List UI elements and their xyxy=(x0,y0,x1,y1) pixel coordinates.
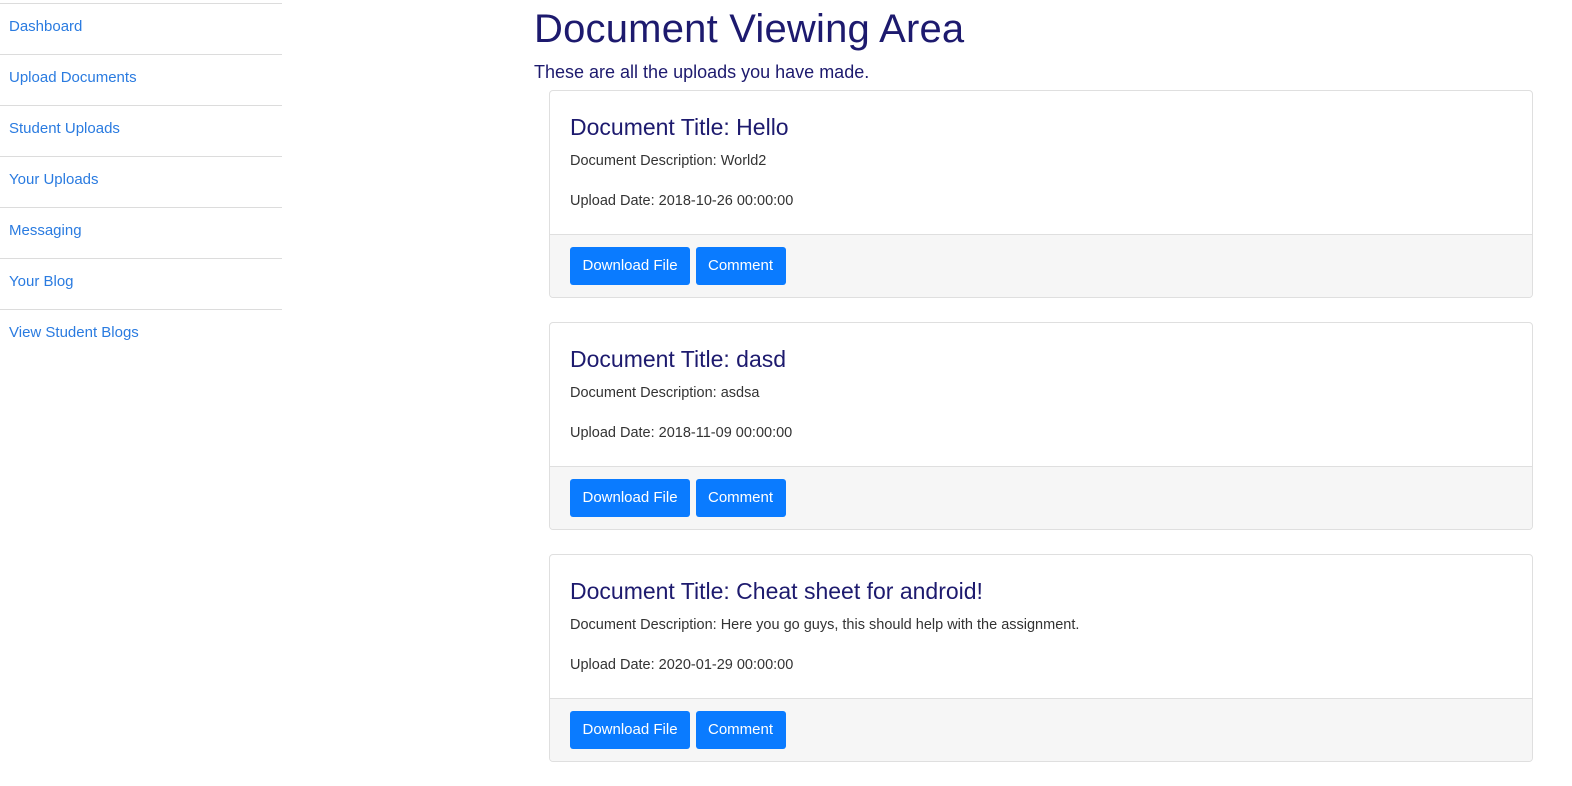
sidebar: Dashboard Upload Documents Student Uploa… xyxy=(0,3,282,360)
document-card-body: Document Title: dasd Document Descriptio… xyxy=(550,323,1532,466)
document-card: Document Title: Cheat sheet for android!… xyxy=(549,554,1533,762)
page-title: Document Viewing Area xyxy=(534,7,965,51)
document-card-footer: Download File Comment xyxy=(550,466,1532,529)
document-list: Document Title: Hello Document Descripti… xyxy=(549,90,1533,762)
sidebar-item-your-blog[interactable]: Your Blog xyxy=(0,258,282,309)
sidebar-item-dashboard[interactable]: Dashboard xyxy=(0,3,282,54)
document-title: Document Title: Cheat sheet for android! xyxy=(570,578,983,604)
comment-button[interactable]: Comment xyxy=(695,479,786,517)
document-card-footer: Download File Comment xyxy=(550,698,1532,761)
document-card-footer: Download File Comment xyxy=(550,234,1532,297)
download-file-button[interactable]: Download File xyxy=(570,711,691,749)
page-subtitle: These are all the uploads you have made. xyxy=(534,62,870,82)
sidebar-item-view-student-blogs[interactable]: View Student Blogs xyxy=(0,309,282,360)
comment-button[interactable]: Comment xyxy=(695,247,786,285)
document-card-body: Document Title: Hello Document Descripti… xyxy=(550,91,1532,234)
document-upload-date: Upload Date: 2018-11-09 00:00:00 xyxy=(570,425,793,441)
document-card: Document Title: dasd Document Descriptio… xyxy=(549,322,1533,530)
document-title: Document Title: Hello xyxy=(570,114,789,140)
sidebar-item-student-uploads[interactable]: Student Uploads xyxy=(0,105,282,156)
document-upload-date: Upload Date: 2020-01-29 00:00:00 xyxy=(570,657,794,673)
download-file-button[interactable]: Download File xyxy=(570,247,691,285)
main-content: Document Viewing Area These are all the … xyxy=(534,0,1534,786)
document-description: Document Description: asdsa xyxy=(570,385,760,401)
download-file-button[interactable]: Download File xyxy=(570,479,691,517)
sidebar-item-messaging[interactable]: Messaging xyxy=(0,207,282,258)
document-upload-date: Upload Date: 2018-10-26 00:00:00 xyxy=(570,193,794,209)
document-card: Document Title: Hello Document Descripti… xyxy=(549,90,1533,298)
document-title: Document Title: dasd xyxy=(570,346,787,372)
sidebar-item-upload-documents[interactable]: Upload Documents xyxy=(0,54,282,105)
document-description: Document Description: Here you go guys, … xyxy=(570,617,1080,633)
document-description: Document Description: World2 xyxy=(570,153,767,169)
comment-button[interactable]: Comment xyxy=(695,711,786,749)
sidebar-item-your-uploads[interactable]: Your Uploads xyxy=(0,156,282,207)
document-card-body: Document Title: Cheat sheet for android!… xyxy=(550,555,1532,698)
